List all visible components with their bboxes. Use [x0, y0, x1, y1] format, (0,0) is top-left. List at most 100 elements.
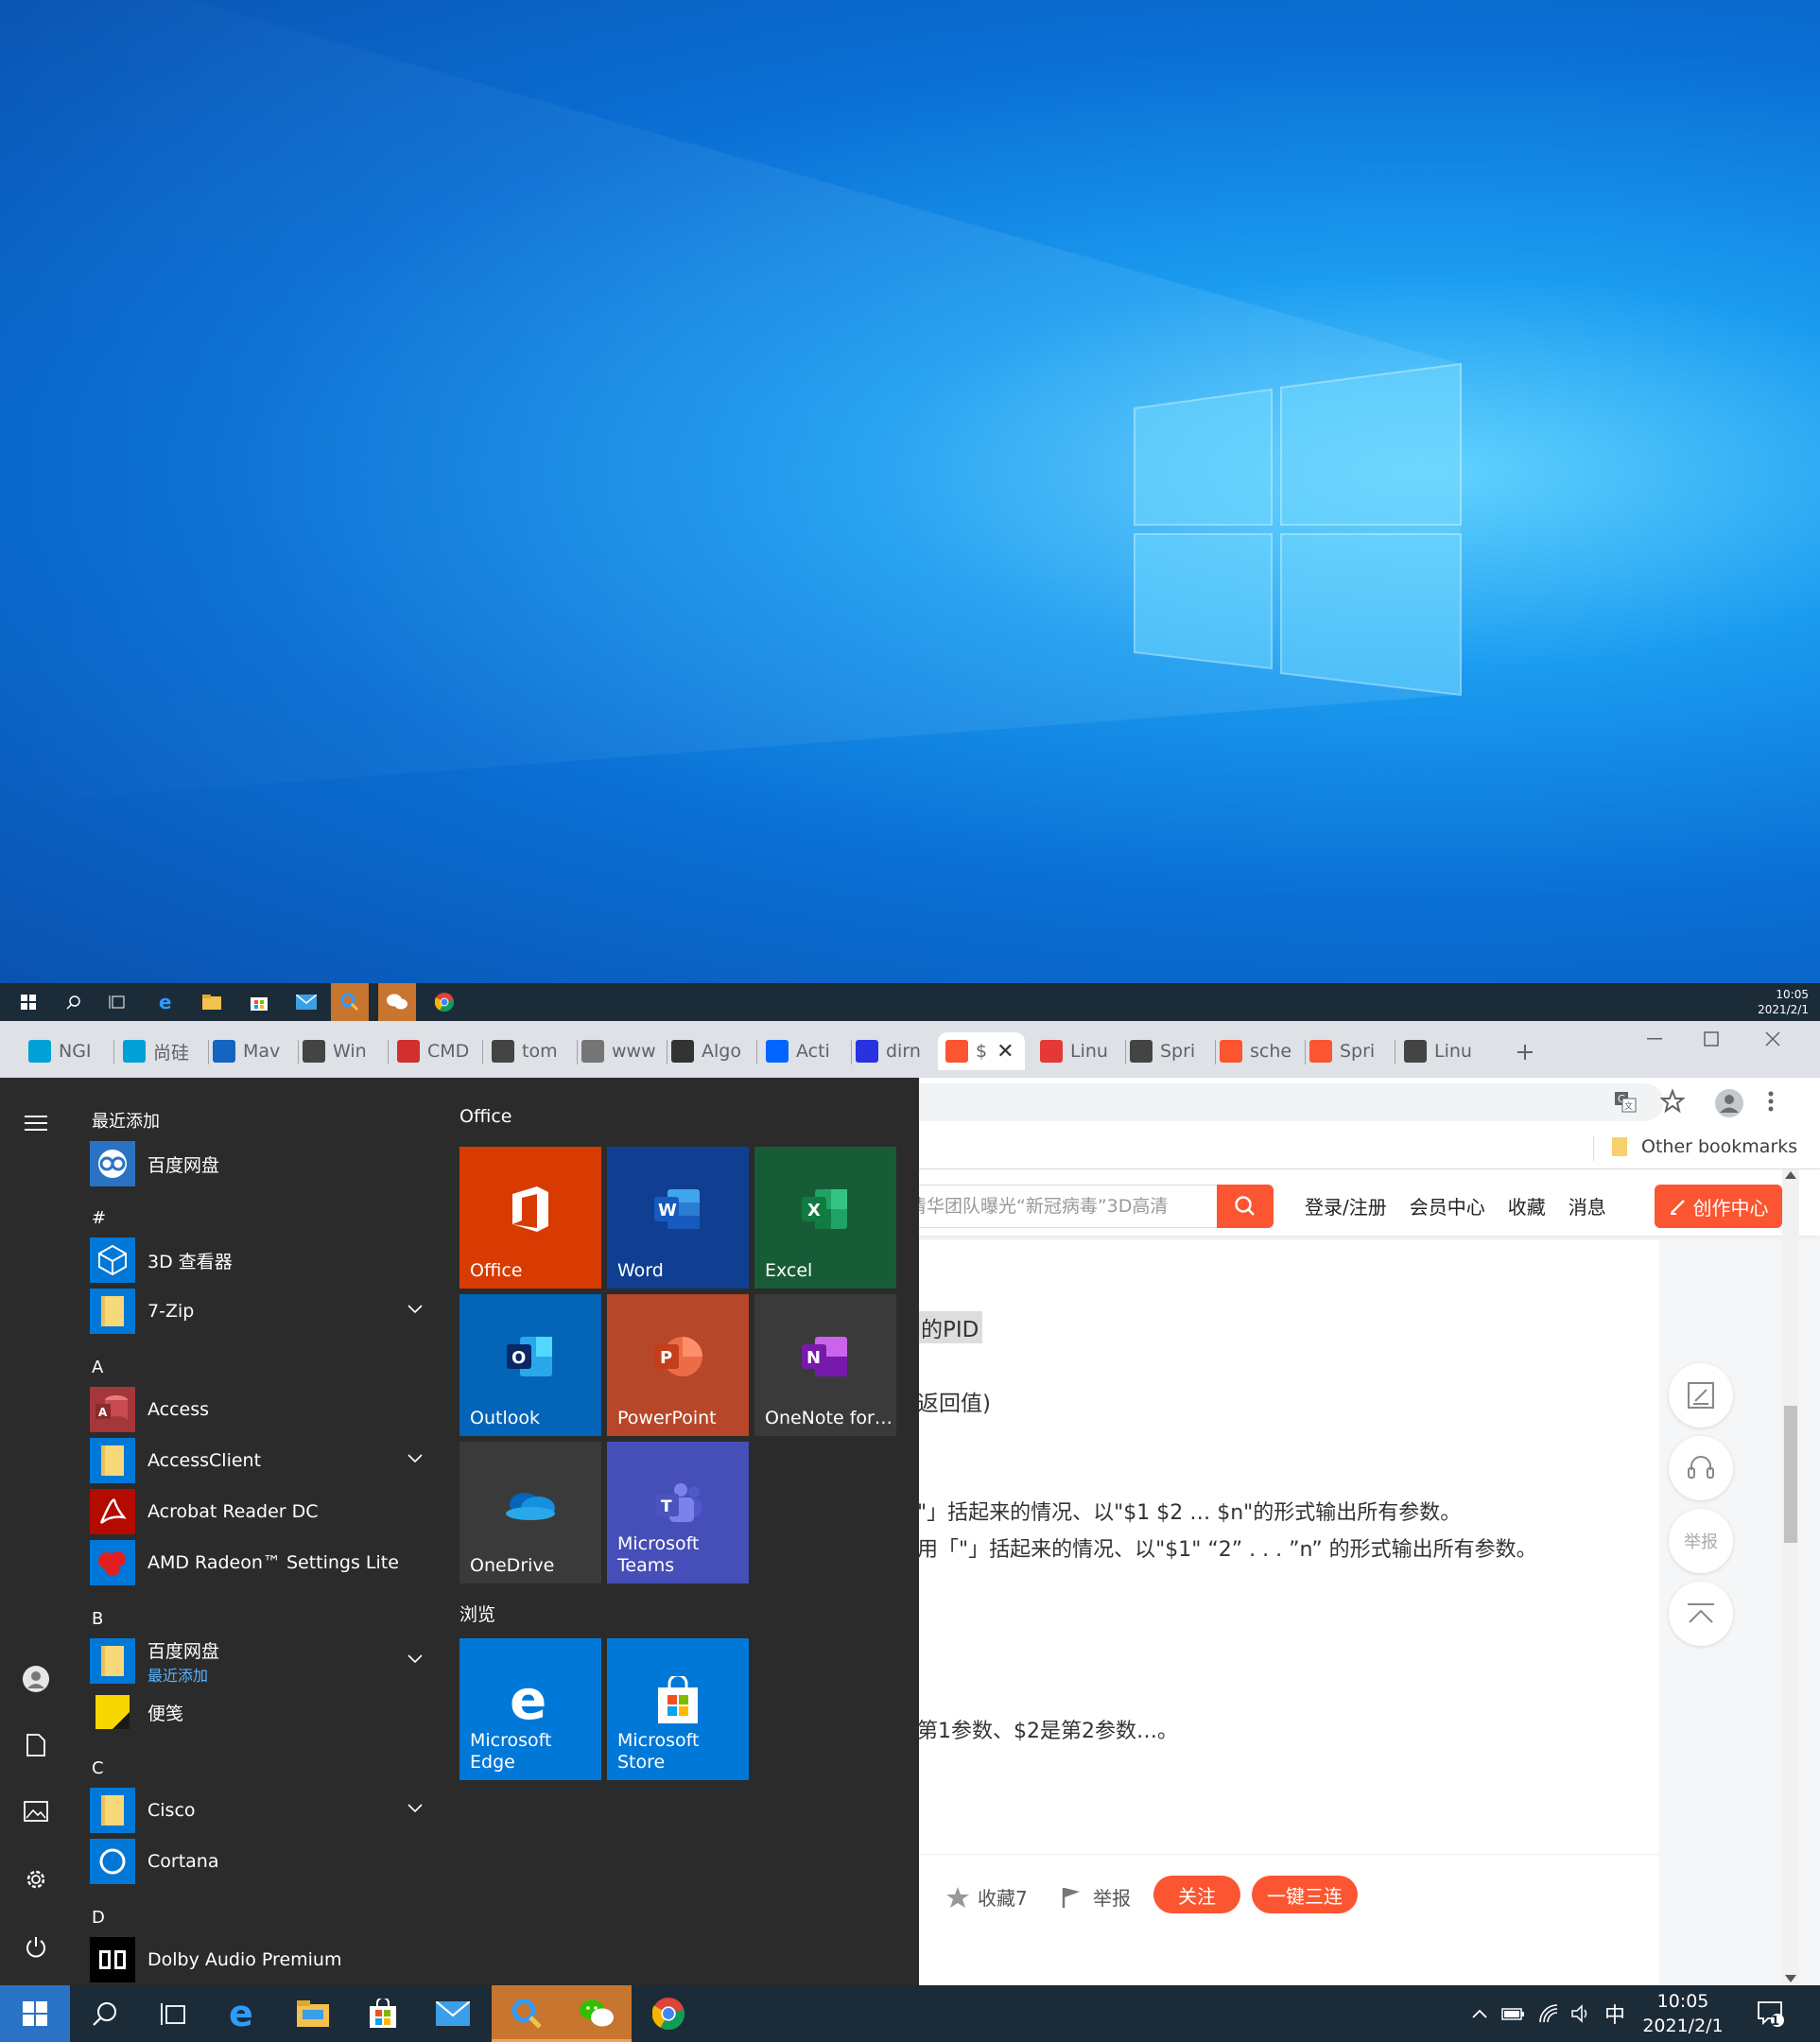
action-center-button[interactable]: 1: [1747, 1985, 1794, 2042]
store-taskbar[interactable]: [348, 1985, 418, 2042]
new-tab-button[interactable]: [1511, 1038, 1539, 1066]
scrollbar[interactable]: [1782, 1169, 1799, 1985]
tab-9[interactable]: dirn: [856, 1032, 939, 1070]
app-3d-查看器[interactable]: 3D 查看器: [90, 1237, 430, 1284]
tab-3[interactable]: Win: [303, 1032, 386, 1070]
tile-onedrive[interactable]: OneDrive: [459, 1442, 601, 1583]
close-window-button[interactable]: [1744, 1021, 1801, 1057]
back-to-top-tool[interactable]: [1669, 1582, 1733, 1646]
messages-link[interactable]: 消息: [1569, 1192, 1606, 1220]
csdn-search-button[interactable]: [1217, 1185, 1274, 1228]
tab-6[interactable]: www: [581, 1032, 665, 1070]
volume-tray[interactable]: [1568, 1985, 1596, 2042]
wechat-taskbar[interactable]: [562, 1985, 632, 2042]
task-view-small[interactable]: [98, 983, 136, 1021]
start-button[interactable]: [0, 1985, 70, 2042]
chevron-down-icon[interactable]: [407, 1654, 423, 1664]
profile-button[interactable]: [1715, 1089, 1743, 1117]
app-amd-radeon-settings-lite[interactable]: AMD Radeon™ Settings Lite: [90, 1539, 430, 1586]
app-便笺[interactable]: 便笺: [90, 1688, 430, 1736]
clock[interactable]: 10:05 2021/2/1: [1636, 1985, 1730, 2042]
close-tab-icon[interactable]: ✕: [997, 1040, 1014, 1064]
tile-store[interactable]: Microsoft Store: [607, 1638, 749, 1780]
app-dolby-audio-premium[interactable]: Dolby Audio Premium: [90, 1936, 430, 1983]
search-button-small[interactable]: [55, 983, 93, 1021]
write-tool[interactable]: [1669, 1363, 1733, 1428]
chrome-small[interactable]: [425, 983, 463, 1021]
tile-edge[interactable]: e Microsoft Edge: [459, 1638, 601, 1780]
file-explorer-taskbar[interactable]: [278, 1985, 348, 2042]
app-百度网盘[interactable]: 百度网盘 最近添加: [90, 1637, 430, 1685]
explorer-small[interactable]: [193, 983, 231, 1021]
chevron-down-icon[interactable]: [407, 1454, 423, 1463]
vip-link[interactable]: 会员中心: [1410, 1192, 1485, 1220]
tile-powerpoint[interactable]: P PowerPoint: [607, 1294, 749, 1436]
letter-header[interactable]: B: [92, 1609, 103, 1629]
support-tool[interactable]: [1669, 1436, 1733, 1500]
bookmark-star-button[interactable]: [1660, 1089, 1685, 1114]
letter-header[interactable]: #: [92, 1208, 106, 1228]
tab-4[interactable]: CMD: [397, 1032, 480, 1070]
tile-teams[interactable]: T Microsoft Teams: [607, 1442, 749, 1583]
login-link[interactable]: 登录/注册: [1305, 1192, 1387, 1220]
search-button[interactable]: [70, 1985, 140, 2042]
task-view-button[interactable]: [138, 1985, 208, 2042]
favorites-link[interactable]: 收藏: [1508, 1192, 1546, 1220]
report-action[interactable]: 举报: [1061, 1883, 1131, 1911]
tab-8[interactable]: Acti: [766, 1032, 849, 1070]
tab-5[interactable]: tom: [492, 1032, 575, 1070]
chrome-menu-button[interactable]: [1768, 1091, 1774, 1112]
app-cisco[interactable]: Cisco: [90, 1787, 430, 1834]
letter-header[interactable]: D: [92, 1908, 105, 1928]
show-hidden-icons[interactable]: [1465, 1985, 1494, 2042]
mail-small[interactable]: [287, 983, 325, 1021]
everything-taskbar[interactable]: [492, 1985, 562, 2042]
start-button-small[interactable]: [9, 983, 47, 1021]
wechat-small[interactable]: [378, 983, 416, 1021]
scroll-thumb[interactable]: [1784, 1406, 1797, 1543]
everything-small[interactable]: [331, 983, 369, 1021]
app-7-zip[interactable]: 7-Zip: [90, 1288, 430, 1335]
edge-small[interactable]: e: [147, 983, 185, 1021]
scroll-down-arrow[interactable]: [1785, 1975, 1796, 1982]
follow-button[interactable]: 关注: [1153, 1876, 1240, 1913]
tab-14[interactable]: Spri: [1309, 1032, 1393, 1070]
chevron-down-icon[interactable]: [407, 1305, 423, 1314]
battery-tray[interactable]: [1499, 1985, 1528, 2042]
mail-taskbar[interactable]: [418, 1985, 488, 2042]
ime-indicator[interactable]: 中: [1600, 1985, 1630, 2042]
csdn-search-input[interactable]: 清华团队曝光“新冠病毒”3D高清: [908, 1185, 1217, 1228]
tile-outlook[interactable]: O Outlook: [459, 1294, 601, 1436]
other-bookmarks[interactable]: Other bookmarks: [1611, 1136, 1797, 1157]
tile-office[interactable]: Office: [459, 1147, 601, 1289]
app-accessclient[interactable]: AccessClient: [90, 1437, 430, 1484]
tab-0[interactable]: NGI: [28, 1032, 112, 1070]
app-access[interactable]: A Access: [90, 1386, 430, 1433]
tab-15[interactable]: Linu: [1404, 1032, 1487, 1070]
edge-taskbar[interactable]: e: [208, 1985, 278, 2042]
tab-7[interactable]: Algo: [671, 1032, 754, 1070]
triple-button[interactable]: 一键三连: [1252, 1876, 1358, 1913]
minimize-button[interactable]: [1626, 1021, 1683, 1057]
letter-header[interactable]: A: [92, 1358, 103, 1377]
chevron-down-icon[interactable]: [407, 1804, 423, 1813]
app-acrobat-reader-dc[interactable]: Acrobat Reader DC: [90, 1488, 430, 1535]
tab-1[interactable]: 尚硅: [123, 1032, 206, 1070]
tile-word[interactable]: W Word: [607, 1147, 749, 1289]
tile-onenote[interactable]: N OneNote for…: [754, 1294, 896, 1436]
tab-12[interactable]: Spri: [1130, 1032, 1213, 1070]
report-tool[interactable]: 举报: [1669, 1509, 1733, 1573]
chrome-taskbar[interactable]: [633, 1985, 703, 2042]
create-center-button[interactable]: 创作中心: [1655, 1185, 1782, 1228]
maximize-button[interactable]: [1683, 1021, 1740, 1057]
tab-13[interactable]: sche: [1220, 1032, 1303, 1070]
address-bar[interactable]: [889, 1083, 1664, 1121]
tab-10[interactable]: $ ✕: [938, 1032, 1025, 1070]
network-tray[interactable]: [1534, 1985, 1563, 2042]
tile-excel[interactable]: X Excel: [754, 1147, 896, 1289]
app-百度网盘[interactable]: 百度网盘: [90, 1140, 430, 1187]
tab-11[interactable]: Linu: [1040, 1032, 1123, 1070]
tab-2[interactable]: Mav: [213, 1032, 296, 1070]
scroll-up-arrow[interactable]: [1785, 1171, 1796, 1179]
letter-header[interactable]: C: [92, 1758, 104, 1778]
